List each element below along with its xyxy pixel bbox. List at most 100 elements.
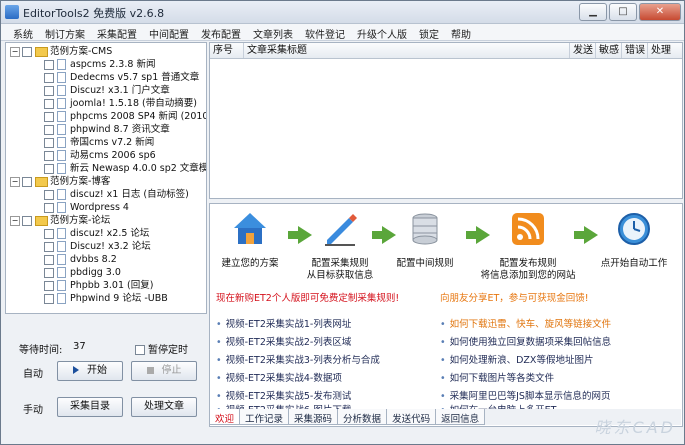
tab-send-code[interactable]: 发送代码: [386, 409, 437, 425]
tree-item[interactable]: joomla! 1.5.18 (带自动摘要): [44, 97, 197, 110]
menu-middle-config[interactable]: 中间配置: [143, 24, 195, 41]
tree-item[interactable]: 新云 Newasp 4.0.0 sp2 文章模: [44, 162, 206, 175]
pause-timer-checkbox[interactable]: [135, 345, 145, 355]
tree-item[interactable]: Wordpress 4: [44, 201, 129, 214]
item-checkbox[interactable]: [44, 228, 54, 239]
tab-work-log[interactable]: 工作记录: [239, 409, 290, 425]
tree-group-cms[interactable]: − 范例方案-CMS: [10, 45, 112, 58]
tab-analysis[interactable]: 分析数据: [337, 409, 388, 425]
folder-icon: [35, 176, 48, 187]
link-video-4[interactable]: • 视频-ET2采集实战4-数据项: [216, 370, 342, 384]
document-icon: [57, 163, 66, 174]
group-checkbox[interactable]: [22, 176, 32, 187]
collect-directory-button[interactable]: 采集目录: [57, 397, 123, 417]
collapse-icon[interactable]: −: [10, 215, 20, 226]
collapse-icon[interactable]: −: [10, 46, 20, 57]
promo-free-rules[interactable]: 现在新购ET2个人版即可免费定制采集规则!: [216, 290, 399, 304]
promo-share[interactable]: 向朋友分享ET，参与可获现金回馈!: [440, 290, 589, 304]
document-icon: [57, 72, 66, 83]
menu-article-list[interactable]: 文章列表: [247, 24, 299, 41]
tree-item[interactable]: Discuz! x3.2 论坛: [44, 240, 151, 253]
tree-item[interactable]: Phpwind 9 论坛 -UBB: [44, 292, 168, 305]
menu-register[interactable]: 软件登记: [299, 24, 351, 41]
link-howto-5[interactable]: • 采集阿里巴巴等JS脚本显示信息的网页: [440, 388, 610, 402]
step-auto-work[interactable]: 点开始自动工作: [588, 210, 680, 270]
item-checkbox[interactable]: [44, 137, 54, 148]
control-panel: 等待时间: 37 暂停定时 自动 开始 停止 手动 采集目录 处理文章: [5, 319, 205, 441]
process-article-button[interactable]: 处理文章: [131, 397, 197, 417]
menu-publish-config[interactable]: 发布配置: [195, 24, 247, 41]
menu-upgrade[interactable]: 升级个人版: [351, 24, 413, 41]
col-sensitive[interactable]: 敏感: [596, 43, 622, 58]
tree-item[interactable]: Discuz! x3.1 门户文章: [44, 84, 170, 97]
link-video-2[interactable]: • 视频-ET2采集实战2-列表区域: [216, 334, 351, 348]
document-icon: [57, 59, 66, 70]
link-howto-2[interactable]: • 如何使用独立回复数据项采集回帖信息: [440, 334, 611, 348]
item-checkbox[interactable]: [44, 98, 54, 109]
item-checkbox[interactable]: [44, 85, 54, 96]
tab-welcome[interactable]: 欢迎: [209, 409, 241, 425]
close-button[interactable]: ✕: [639, 3, 681, 21]
step-collect-rules[interactable]: 配置采集规则 从目标获取信息: [290, 210, 390, 282]
item-checkbox[interactable]: [44, 189, 54, 200]
database-icon: [412, 213, 438, 245]
link-video-1[interactable]: • 视频-ET2采集实战1-列表网址: [216, 316, 351, 330]
link-howto-1[interactable]: • 如何下载迅雷、快车、旋风等链接文件: [440, 316, 611, 330]
col-send[interactable]: 发送: [570, 43, 596, 58]
item-checkbox[interactable]: [44, 111, 54, 122]
col-process[interactable]: 处理: [648, 43, 682, 58]
tab-source[interactable]: 采集源码: [288, 409, 339, 425]
step-publish-rules[interactable]: 配置发布规则 将信息添加到您的网站: [468, 210, 588, 282]
start-button[interactable]: 开始: [57, 361, 123, 381]
tree-group-forum[interactable]: − 范例方案-论坛: [10, 214, 110, 227]
step-create-scheme[interactable]: 建立您的方案: [212, 210, 288, 270]
tree-item[interactable]: discuz! x2.5 论坛: [44, 227, 149, 240]
clock-icon: [618, 213, 650, 245]
group-checkbox[interactable]: [22, 215, 32, 226]
item-checkbox[interactable]: [44, 124, 54, 135]
item-checkbox[interactable]: [44, 150, 54, 161]
link-video-5[interactable]: • 视频-ET2采集实战5-发布测试: [216, 388, 351, 402]
document-icon: [57, 267, 66, 278]
tree-item[interactable]: Phpbb 3.01 (回复): [44, 279, 153, 292]
menu-system[interactable]: 系统: [7, 24, 39, 41]
collapse-icon[interactable]: −: [10, 176, 20, 187]
item-checkbox[interactable]: [44, 293, 54, 304]
item-checkbox[interactable]: [44, 59, 54, 70]
tree-item[interactable]: discuz! x1 日志 (自动标签): [44, 188, 189, 201]
pause-timer-option[interactable]: 暂停定时: [135, 341, 188, 356]
tree-item[interactable]: 动易cms 2006 sp6: [44, 149, 156, 162]
link-howto-4[interactable]: • 如何下载图片等各类文件: [440, 370, 554, 384]
minimize-button[interactable]: ▁: [579, 3, 607, 21]
tree-group-blog[interactable]: − 范例方案-博客: [10, 175, 110, 188]
link-video-3[interactable]: • 视频-ET2采集实战3-列表分析与合成: [216, 352, 380, 366]
item-checkbox[interactable]: [44, 280, 54, 291]
menu-lock[interactable]: 锁定: [413, 24, 445, 41]
tree-item[interactable]: pbdigg 3.0: [44, 266, 121, 279]
item-checkbox[interactable]: [44, 241, 54, 252]
tab-return-info[interactable]: 返回信息: [435, 409, 486, 425]
item-checkbox[interactable]: [44, 72, 54, 83]
tree-item[interactable]: dvbbs 8.2: [44, 253, 117, 266]
menu-scheme[interactable]: 制订方案: [39, 24, 91, 41]
col-index[interactable]: 序号: [210, 43, 244, 58]
item-checkbox[interactable]: [44, 163, 54, 174]
menu-help[interactable]: 帮助: [445, 24, 477, 41]
tree-item[interactable]: phpwind 8.7 资讯文章: [44, 123, 170, 136]
col-error[interactable]: 错误: [622, 43, 648, 58]
item-checkbox[interactable]: [44, 202, 54, 213]
tree-item[interactable]: aspcms 2.3.8 新闻: [44, 58, 155, 71]
col-title[interactable]: 文章采集标题: [244, 43, 570, 58]
group-checkbox[interactable]: [22, 46, 32, 57]
maximize-button[interactable]: □: [609, 3, 637, 21]
tree-item[interactable]: 帝国cms v7.2 新闻: [44, 136, 154, 149]
menu-collect-config[interactable]: 采集配置: [91, 24, 143, 41]
tree-item[interactable]: Dedecms v5.7 sp1 普通文章: [44, 71, 199, 84]
step-middle-rules[interactable]: 配置中间规则: [390, 210, 460, 270]
tree-item[interactable]: phpcms 2008 SP4 新闻 (201005: [44, 110, 206, 123]
rss-icon: [512, 213, 544, 245]
item-checkbox[interactable]: [44, 254, 54, 265]
link-howto-3[interactable]: • 如何处理新浪、DZX等假地址图片: [440, 352, 593, 366]
stop-button[interactable]: 停止: [131, 361, 197, 381]
item-checkbox[interactable]: [44, 267, 54, 278]
